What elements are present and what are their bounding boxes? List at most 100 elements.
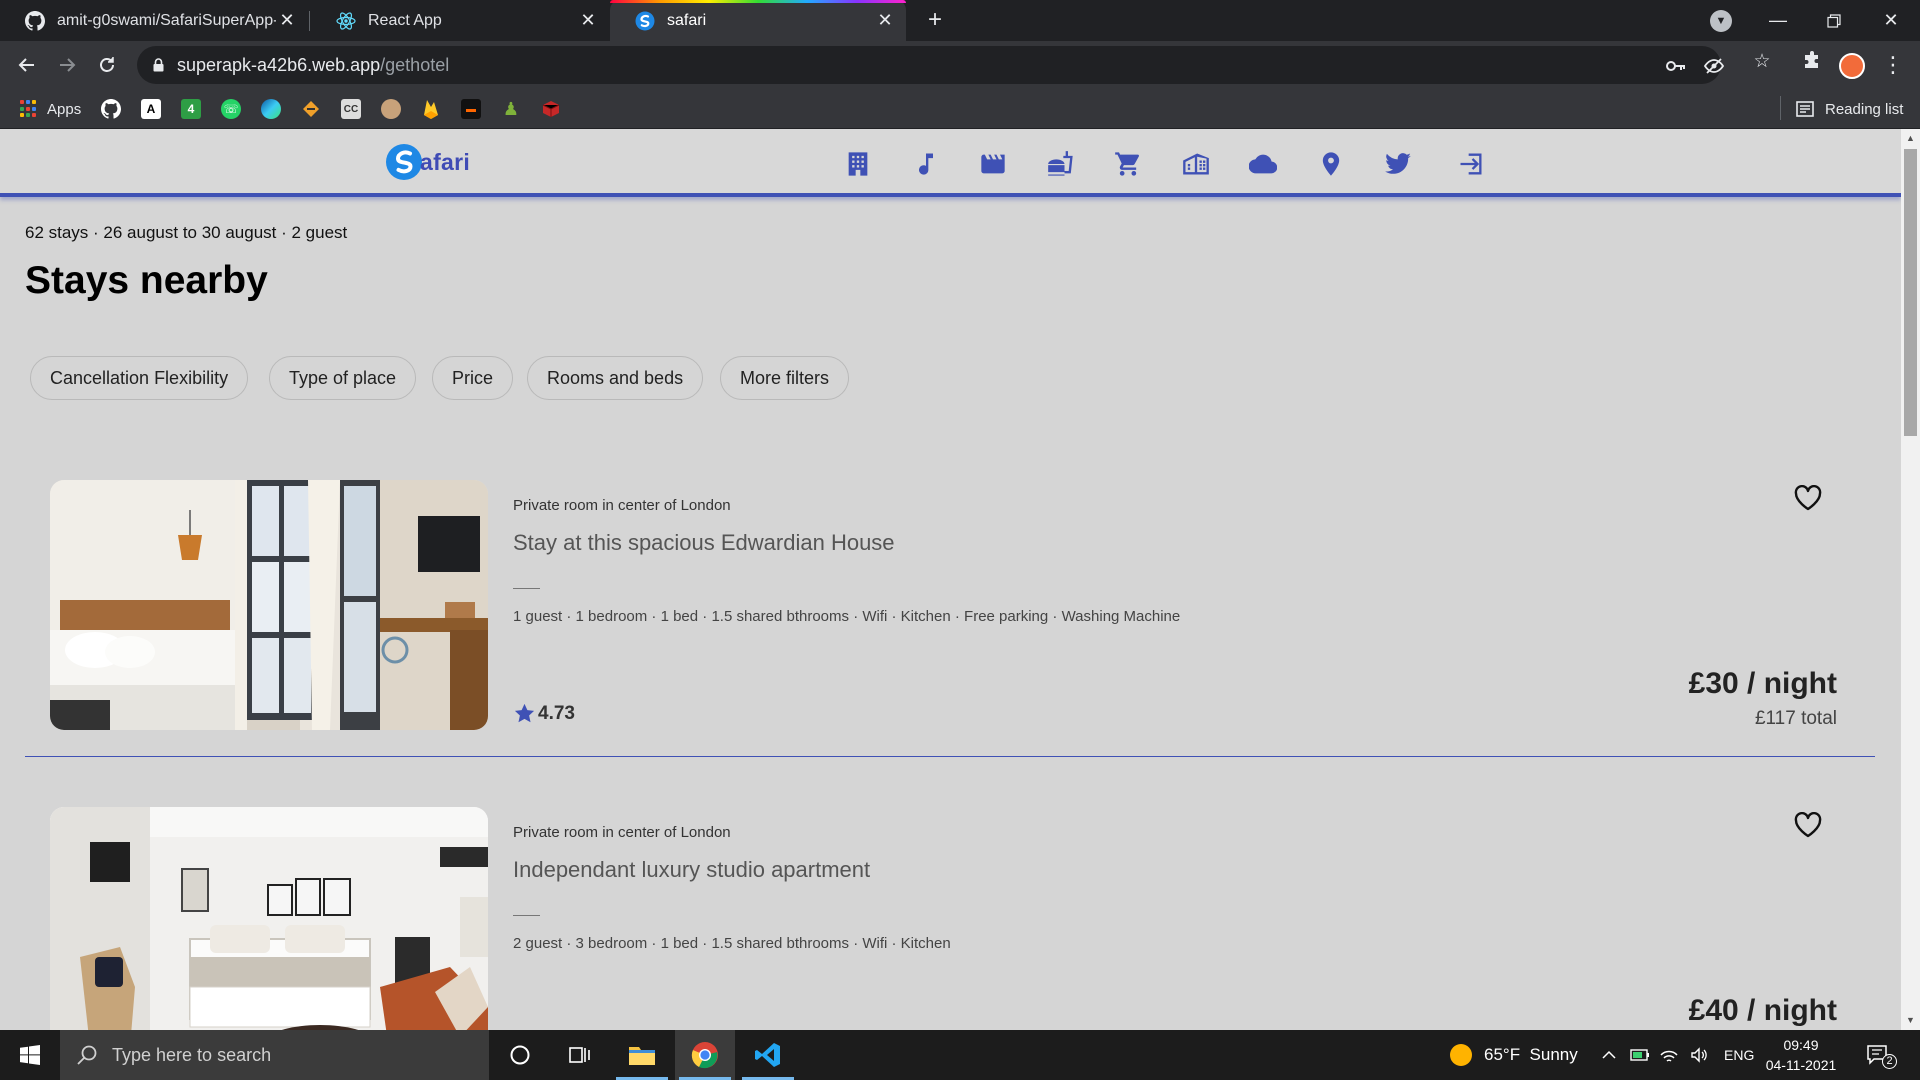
language-indicator[interactable]: ENG (1724, 1030, 1754, 1080)
bookmark-red-cube[interactable] (541, 98, 561, 120)
clock-time: 09:49 (1783, 1037, 1819, 1053)
profile-avatar[interactable] (1839, 53, 1865, 79)
favorite-heart-icon[interactable] (1794, 812, 1822, 838)
windows-start-button[interactable] (0, 1030, 60, 1080)
stack-icon (301, 99, 321, 119)
twitter-icon[interactable] (1383, 149, 1413, 179)
bookmark-a-squared[interactable]: A (141, 98, 161, 120)
food-icon[interactable] (1046, 149, 1076, 179)
firebase-icon (421, 99, 441, 119)
reload-icon[interactable] (91, 49, 123, 81)
listing-divider (513, 915, 540, 916)
favorite-heart-icon[interactable] (1794, 485, 1822, 511)
location-pin-icon[interactable] (1316, 149, 1346, 179)
site-navbar: afari (0, 129, 1901, 197)
restore-icon[interactable] (1806, 0, 1862, 41)
bookmark-edge[interactable] (261, 98, 281, 120)
wifi-icon[interactable] (1660, 1030, 1678, 1080)
clock-date: 04-11-2021 (1765, 1057, 1837, 1073)
tab-safari-active[interactable]: safari ✕ (610, 0, 906, 41)
logout-icon[interactable] (1456, 149, 1486, 179)
tab-title: amit-g0swami/SafariSuperApp-R (57, 11, 276, 29)
tab-github[interactable]: amit-g0swami/SafariSuperApp-R ✕ (0, 0, 308, 41)
filter-price[interactable]: Price (432, 356, 514, 400)
tab-react-app[interactable]: React App ✕ (311, 0, 609, 41)
bookmark-four[interactable]: 4 (181, 98, 201, 120)
minimize-icon[interactable]: — (1750, 0, 1806, 41)
bookmark-star-icon[interactable]: ☆ (1749, 48, 1775, 74)
scroll-up-arrow-icon[interactable]: ▲ (1905, 133, 1916, 144)
bookmark-apps[interactable]: Apps (20, 98, 81, 120)
eye-off-icon[interactable] (1702, 54, 1726, 78)
close-window-icon[interactable]: ✕ (1863, 0, 1919, 41)
back-arrow-icon[interactable] (11, 49, 43, 81)
bookmark-cc[interactable]: CC (341, 98, 361, 120)
chrome-menu-icon[interactable]: ⋮ (1882, 53, 1904, 79)
bookmark-firebase[interactable] (421, 98, 441, 120)
apps-label: Apps (47, 100, 82, 118)
listing-title[interactable]: Stay at this spacious Edwardian House (513, 530, 895, 556)
pug-icon (381, 99, 401, 119)
vscode-icon[interactable] (738, 1030, 798, 1080)
scroll-down-arrow-icon[interactable]: ▼ (1905, 1015, 1916, 1026)
filter-more-filters[interactable]: More filters (720, 356, 850, 400)
windows-taskbar: Type here to search 65°F Sunny ENG 09:49… (0, 1030, 1920, 1080)
bookmark-whatsapp[interactable]: ☏ (221, 98, 241, 120)
taskbar-search-placeholder: Type here to search (112, 1044, 272, 1065)
apartment-icon[interactable] (1181, 149, 1211, 179)
battery-icon[interactable] (1630, 1030, 1650, 1080)
forward-arrow-icon[interactable] (51, 49, 83, 81)
logo-text: afari (420, 148, 471, 175)
cortana-icon[interactable] (490, 1030, 550, 1080)
tab-close-icon[interactable]: ✕ (874, 10, 896, 32)
bookmark-github[interactable] (101, 98, 121, 120)
task-view-icon[interactable] (550, 1030, 610, 1080)
listing-price: £40 / night (1688, 994, 1837, 1027)
key-icon[interactable] (1664, 54, 1688, 78)
tab-search-icon[interactable]: ▼ (1710, 10, 1732, 32)
listing-amenities: 1 guest · 1 bedroom · 1 bed · 1.5 shared… (513, 608, 1181, 625)
tray-chevron-up-icon[interactable] (1601, 1030, 1617, 1080)
filter-type-of-place[interactable]: Type of place (269, 356, 417, 400)
listing-photo[interactable] (50, 480, 488, 730)
sun-icon (1450, 1044, 1472, 1066)
rating-value: 4.73 (538, 702, 575, 724)
taskbar-clock[interactable]: 09:49 04-11-2021 (1760, 1035, 1842, 1075)
page-scrollbar[interactable]: ▲ ▼ (1901, 129, 1920, 1030)
chess-pawn-icon: ♟ (502, 98, 520, 119)
extensions-puzzle-icon[interactable] (1799, 48, 1825, 74)
listing-title[interactable]: Independant luxury studio apartment (513, 857, 870, 883)
browser-tab-strip: amit-g0swami/SafariSuperApp-R ✕ React Ap… (0, 0, 1920, 41)
bookmark-stack[interactable] (301, 98, 321, 120)
new-tab-button[interactable]: + (922, 8, 948, 34)
listing-divider (513, 588, 540, 589)
safari-logo[interactable]: afari (385, 143, 470, 181)
movie-clapper-icon[interactable] (978, 149, 1008, 179)
tab-close-icon[interactable]: ✕ (577, 10, 599, 32)
tab-close-icon[interactable]: ✕ (276, 10, 298, 32)
music-note-icon[interactable] (911, 149, 941, 179)
scrollbar-thumb[interactable] (1904, 149, 1917, 436)
hotel-building-icon[interactable] (843, 149, 873, 179)
url-text: superapk-a42b6.web.app/gethotel (177, 55, 449, 76)
studio-photo-image (50, 807, 488, 1030)
cloud-icon[interactable] (1248, 149, 1278, 179)
listing-rating: 4.73 (513, 702, 575, 725)
notification-center[interactable]: 2 (1866, 1030, 1897, 1080)
weather-widget[interactable]: 65°F Sunny (1450, 1030, 1578, 1080)
volume-icon[interactable] (1690, 1030, 1710, 1080)
filter-rooms-and-beds[interactable]: Rooms and beds (527, 356, 704, 400)
cart-icon[interactable] (1113, 149, 1143, 179)
bookmark-dark-app[interactable]: ▬ (461, 98, 481, 120)
bookmark-pug[interactable] (381, 98, 401, 120)
url-host: superapk-a42b6.web.app (177, 55, 381, 75)
a-squared-icon: A (141, 99, 161, 119)
chrome-taskbar-icon[interactable] (675, 1030, 735, 1080)
reading-list-button[interactable]: Reading list (1796, 98, 1903, 120)
file-explorer-icon[interactable] (612, 1030, 672, 1080)
filter-cancellation-flexibility[interactable]: Cancellation Flexibility (30, 356, 249, 400)
listing-photo[interactable] (50, 807, 488, 1030)
taskbar-search-box[interactable]: Type here to search (60, 1030, 489, 1080)
address-bar[interactable]: superapk-a42b6.web.app/gethotel (137, 46, 1724, 84)
bookmark-chess[interactable]: ♟ (501, 98, 521, 120)
